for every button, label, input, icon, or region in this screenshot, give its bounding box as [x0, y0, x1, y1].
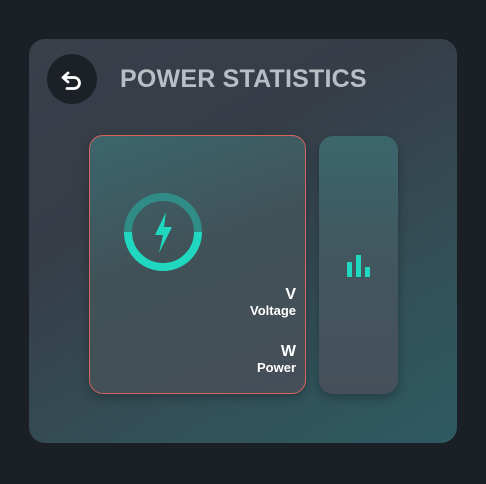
page-title: POWER STATISTICS [120, 65, 367, 93]
back-arrow-icon [61, 71, 81, 90]
voltage-unit: V [285, 286, 296, 303]
back-button[interactable] [47, 54, 97, 104]
power-unit: W [280, 343, 296, 360]
power-reading: W Power [256, 343, 296, 375]
lightning-bolt-icon [155, 212, 172, 253]
statistics-chart-card[interactable] [319, 136, 398, 394]
voltage-reading: V Voltage [250, 286, 296, 318]
power-label: Power [256, 360, 296, 375]
power-status-ring [124, 193, 202, 271]
bar-chart-icon [346, 255, 370, 277]
voltage-label: Voltage [250, 303, 296, 318]
